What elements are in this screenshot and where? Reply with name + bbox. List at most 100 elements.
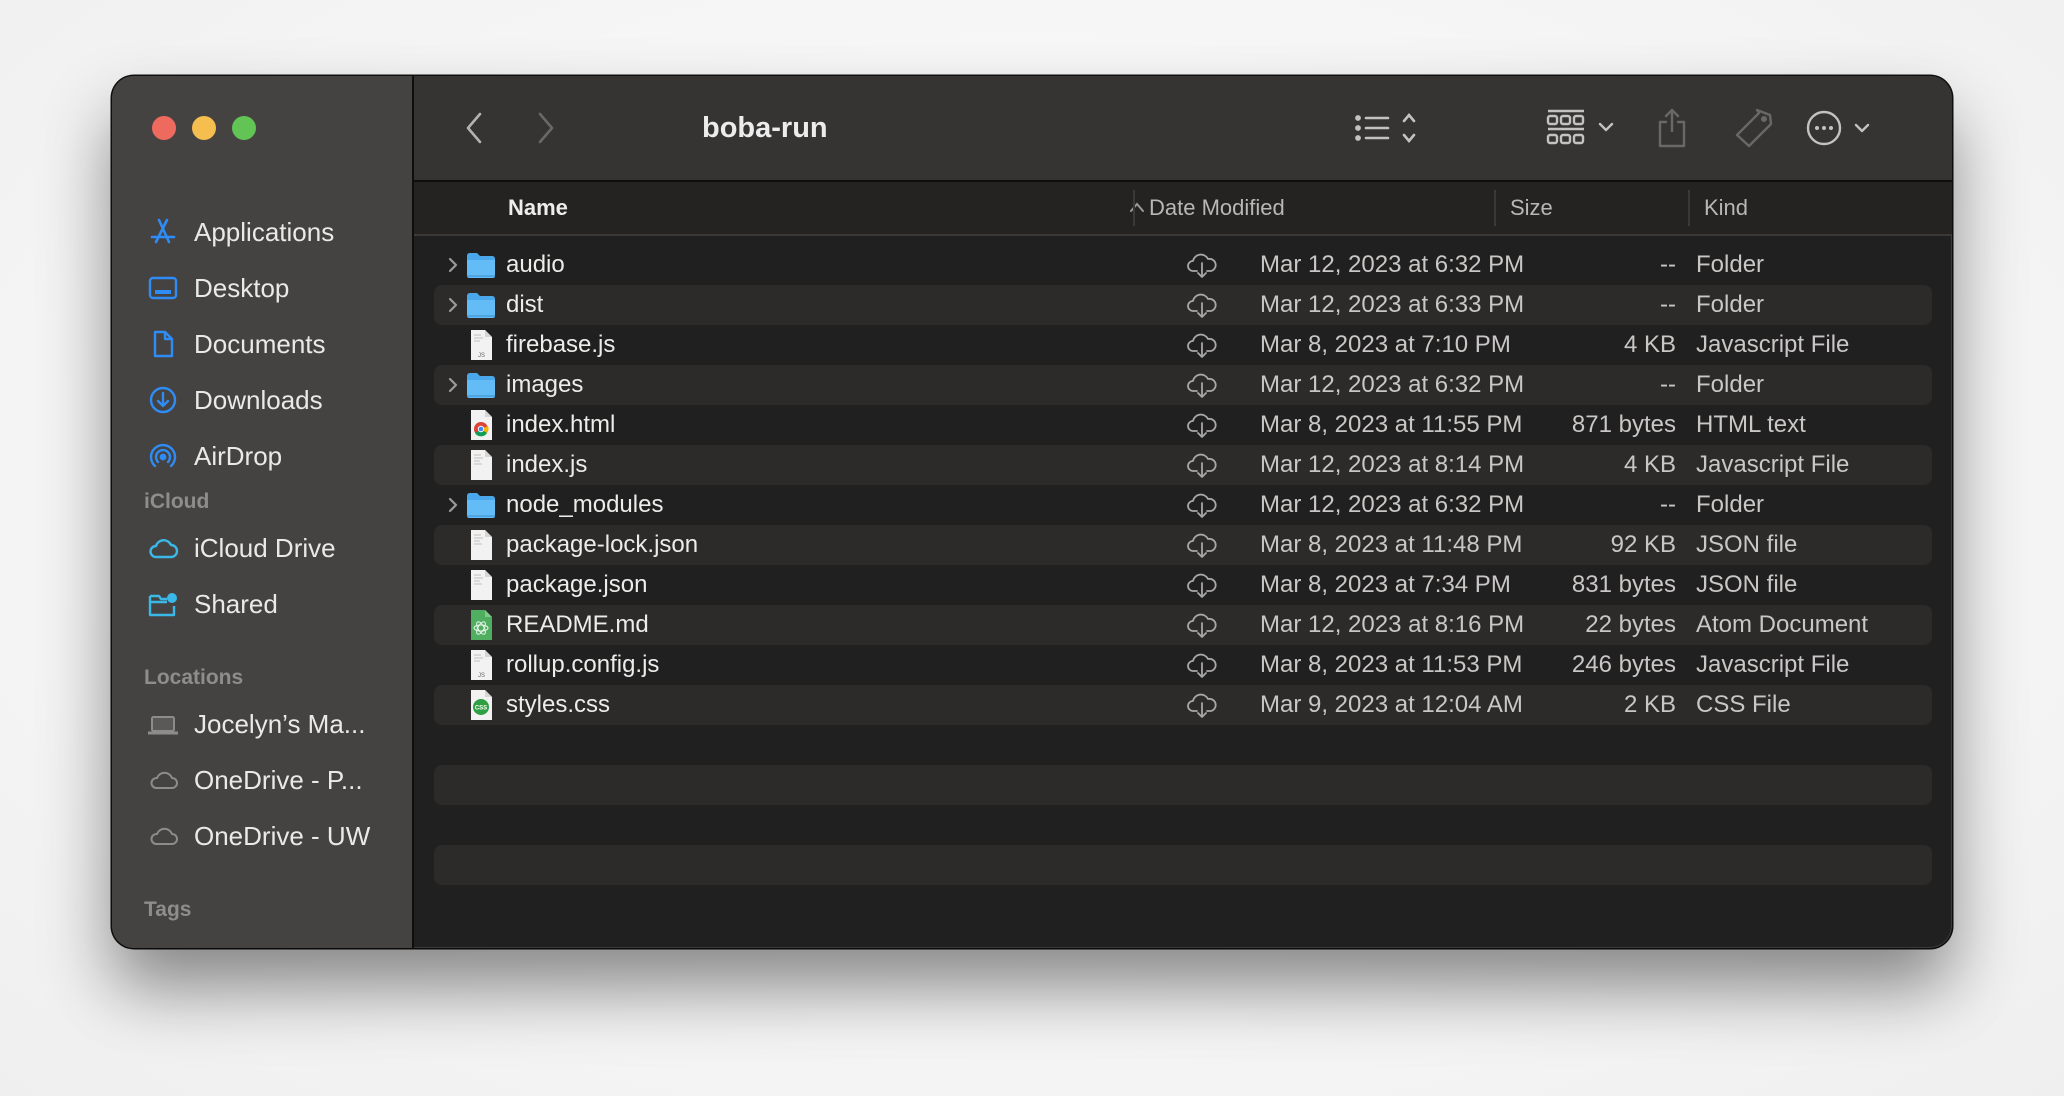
sidebar-item-airdrop[interactable]: AirDrop xyxy=(112,432,412,480)
file-name: firebase.js xyxy=(506,331,616,358)
cloud-icon xyxy=(146,763,180,797)
tag-icon xyxy=(1735,108,1773,148)
more-actions-button[interactable] xyxy=(1806,76,1878,180)
disclosure-chevron-icon[interactable] xyxy=(446,495,460,515)
zoom-button[interactable] xyxy=(232,116,256,140)
cloud-download-icon[interactable] xyxy=(1186,571,1218,599)
file-date-modified: Mar 12, 2023 at 6:32 PM xyxy=(1260,251,1525,278)
disclosure-chevron-icon[interactable] xyxy=(446,375,460,395)
file-row[interactable]: CSS styles.css Mar 9, 2023 at 12:04 AM 2 KB… xyxy=(434,685,1932,725)
sidebar-item-shared[interactable]: Shared xyxy=(112,580,412,628)
file-row[interactable]: dist Mar 12, 2023 at 6:33 PM -- Folder xyxy=(434,285,1932,325)
chevron-left-icon xyxy=(466,112,482,144)
view-options-button[interactable] xyxy=(1354,76,1434,180)
cloud-download-icon[interactable] xyxy=(1186,491,1218,519)
sort-ascending-icon xyxy=(1130,202,1144,212)
svg-text:JS: JS xyxy=(478,673,485,679)
file-name: index.html xyxy=(506,411,616,438)
document-icon xyxy=(466,569,496,601)
cloud-download-icon[interactable] xyxy=(1186,651,1218,679)
cloud-download-icon[interactable] xyxy=(1186,331,1218,359)
empty-row xyxy=(434,845,1932,885)
downloads-icon xyxy=(146,383,180,417)
minimize-button[interactable] xyxy=(192,116,216,140)
css-file-icon: CSS xyxy=(466,689,496,721)
folder-icon xyxy=(466,369,496,401)
tag-button[interactable] xyxy=(1732,76,1776,180)
file-name: package.json xyxy=(506,571,648,598)
file-row[interactable]: JS rollup.config.js Mar 8, 2023 at 11:53 P… xyxy=(434,645,1932,685)
empty-row xyxy=(434,805,1932,845)
sidebar-item-applications[interactable]: Applications xyxy=(112,208,412,256)
file-kind: JSON file xyxy=(1696,571,1798,598)
cloud-download-icon[interactable] xyxy=(1186,691,1218,719)
file-row[interactable]: package.json Mar 8, 2023 at 7:34 PM 831 by… xyxy=(434,565,1932,605)
file-date-modified: Mar 8, 2023 at 11:55 PM xyxy=(1260,411,1523,438)
file-size: 22 bytes xyxy=(1585,611,1676,638)
disclosure-chevron-icon[interactable] xyxy=(446,295,460,315)
sidebar-item-downloads[interactable]: Downloads xyxy=(112,376,412,424)
sidebar-item-onedrive-personal[interactable]: OneDrive - P... xyxy=(112,756,412,804)
sidebar-item-icloud-drive[interactable]: iCloud Drive xyxy=(112,524,412,572)
file-size: -- xyxy=(1660,251,1676,278)
file-row[interactable]: package-lock.json Mar 8, 2023 at 11:48 PM… xyxy=(434,525,1932,565)
file-size: 4 KB xyxy=(1623,331,1676,358)
file-row[interactable]: index.html Mar 8, 2023 at 11:55 PM 871 byt… xyxy=(434,405,1932,445)
column-header-size[interactable]: Size xyxy=(1510,182,1553,234)
column-divider[interactable] xyxy=(1688,190,1690,226)
laptop-icon xyxy=(146,707,180,741)
cloud-download-icon[interactable] xyxy=(1186,371,1218,399)
file-kind: Folder xyxy=(1696,291,1765,318)
sidebar-item-desktop[interactable]: Desktop xyxy=(112,264,412,312)
file-size: 831 bytes xyxy=(1571,571,1676,598)
file-row[interactable]: audio Mar 12, 2023 at 6:32 PM -- Folder xyxy=(434,245,1932,285)
file-kind: JSON file xyxy=(1696,531,1798,558)
sidebar-item-mac[interactable]: Jocelyn’s Ma... xyxy=(112,700,412,748)
column-header-date[interactable]: Date Modified xyxy=(1149,182,1285,234)
file-row[interactable]: images Mar 12, 2023 at 6:32 PM -- Folder xyxy=(434,365,1932,405)
column-divider[interactable] xyxy=(1494,190,1496,226)
ellipsis-circle-icon xyxy=(1806,110,1870,146)
file-name: audio xyxy=(506,251,565,278)
back-button[interactable] xyxy=(454,76,494,180)
cloud-download-icon[interactable] xyxy=(1186,531,1218,559)
file-size: 871 bytes xyxy=(1571,411,1676,438)
sidebar: Applications Desktop Documents Downloads… xyxy=(112,76,414,948)
file-kind: Folder xyxy=(1696,491,1765,518)
file-size: -- xyxy=(1660,371,1676,398)
cloud-download-icon[interactable] xyxy=(1186,291,1218,319)
column-header-name[interactable]: Name xyxy=(508,182,568,234)
document-icon xyxy=(466,449,496,481)
folder-icon xyxy=(466,249,496,281)
cloud-download-icon[interactable] xyxy=(1186,411,1218,439)
cloud-download-icon[interactable] xyxy=(1186,451,1218,479)
file-row[interactable]: JS firebase.js Mar 8, 2023 at 7:10 PM 4 KB J… xyxy=(434,325,1932,365)
chrome-html-file-icon xyxy=(466,409,496,441)
sidebar-item-onedrive-uw[interactable]: OneDrive - UW xyxy=(112,812,412,860)
cloud-download-icon[interactable] xyxy=(1186,251,1218,279)
group-button[interactable] xyxy=(1546,76,1622,180)
column-header-kind[interactable]: Kind xyxy=(1704,182,1748,234)
cloud-download-icon[interactable] xyxy=(1186,611,1218,639)
file-row[interactable]: index.js Mar 12, 2023 at 8:14 PM 4 KB Javas… xyxy=(434,445,1932,485)
svg-text:JS: JS xyxy=(478,353,485,359)
file-name: package-lock.json xyxy=(506,531,699,558)
forward-button[interactable] xyxy=(526,76,566,180)
close-button[interactable] xyxy=(152,116,176,140)
share-button[interactable] xyxy=(1652,76,1692,180)
file-list: audio Mar 12, 2023 at 6:32 PM -- Folder dist… xyxy=(414,236,1952,948)
applications-icon xyxy=(146,215,180,249)
window-controls xyxy=(152,116,256,140)
javascript-file-icon: JS xyxy=(466,329,496,361)
sidebar-section-tags: Tags xyxy=(144,898,192,921)
file-date-modified: Mar 9, 2023 at 12:04 AM xyxy=(1260,691,1523,718)
file-date-modified: Mar 8, 2023 at 11:53 PM xyxy=(1260,651,1523,678)
file-size: -- xyxy=(1660,491,1676,518)
column-divider[interactable] xyxy=(1133,190,1135,226)
disclosure-chevron-icon[interactable] xyxy=(446,255,460,275)
sidebar-item-documents[interactable]: Documents xyxy=(112,320,412,368)
atom-document-icon xyxy=(466,609,496,641)
file-row[interactable]: node_modules Mar 12, 2023 at 6:32 PM -- Fol… xyxy=(434,485,1932,525)
file-date-modified: Mar 8, 2023 at 11:48 PM xyxy=(1260,531,1523,558)
file-row[interactable]: README.md Mar 12, 2023 at 8:16 PM 22 bytes… xyxy=(434,605,1932,645)
